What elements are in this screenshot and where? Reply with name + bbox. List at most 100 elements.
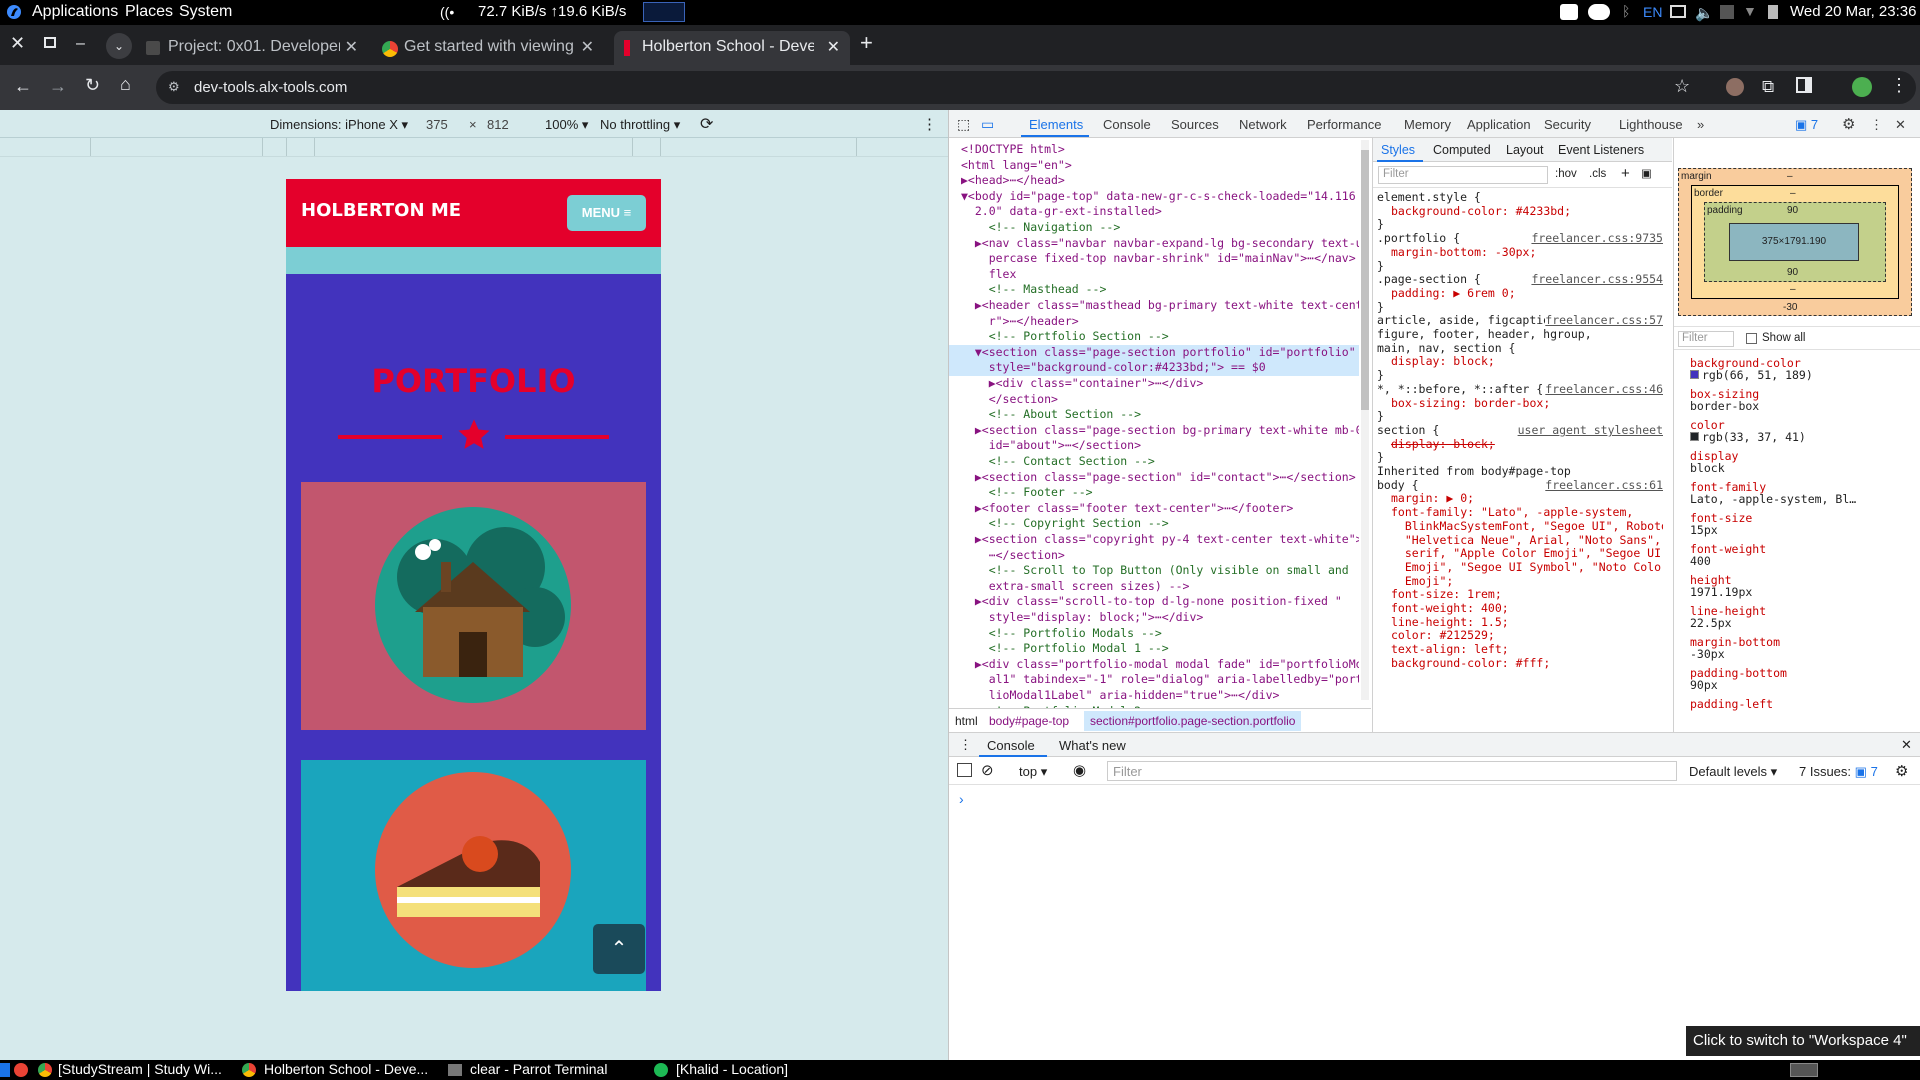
style-source-link[interactable]: user agent stylesheet [1517, 422, 1663, 437]
taskbar-item-terminal[interactable]: clear - Parrot Terminal [470, 1061, 607, 1077]
dom-node-line[interactable]: <!-- Portfolio Modal 1 --> [949, 641, 1359, 657]
dom-node-line[interactable]: style="display: block;">⋯</div> [949, 610, 1359, 626]
more-menu-icon[interactable]: ⋮ [1890, 75, 1908, 96]
padding-bottom-value[interactable]: 90 [1787, 267, 1798, 278]
dom-node-line[interactable]: <!DOCTYPE html> [949, 142, 1359, 158]
style-selector[interactable]: } [1377, 409, 1663, 423]
hov-toggle[interactable]: :hov [1555, 168, 1577, 180]
tray-icon[interactable] [1720, 5, 1734, 19]
device-more-icon[interactable]: ⋮ [922, 115, 937, 133]
computed-toggle-icon[interactable]: ▣ [1641, 166, 1652, 180]
style-declaration[interactable]: background-color: #fff; [1377, 656, 1663, 670]
tab-console[interactable]: Console [1103, 117, 1151, 132]
style-declaration[interactable]: padding: ▶ 6rem 0; [1377, 286, 1663, 300]
style-declaration[interactable]: Emoji"; [1377, 574, 1663, 588]
tab-get-started[interactable]: Get started with viewing ✕ [376, 31, 604, 65]
elements-scrollbar[interactable] [1361, 140, 1369, 700]
dom-node-line[interactable]: ▶<nav class="navbar navbar-expand-lg bg-… [949, 236, 1359, 252]
drawer-menu-icon[interactable]: ⋮ [959, 737, 972, 753]
dom-node-line[interactable]: extra-small screen sizes) --> [949, 579, 1359, 595]
menu-system[interactable]: System [179, 3, 232, 21]
forward-icon[interactable]: → [49, 76, 67, 97]
parrot-logo-icon[interactable] [6, 3, 22, 21]
clear-console-icon[interactable]: ⊘ [981, 761, 994, 779]
taskbar-item-location[interactable]: [Khalid - Location] [676, 1061, 788, 1077]
dom-node-line[interactable]: ▼<section class="page-section portfolio"… [949, 344, 1359, 361]
site-info-icon[interactable]: ⚙ [168, 79, 180, 95]
dom-node-line[interactable]: id="about">⋯</section> [949, 438, 1359, 454]
dom-node-line[interactable]: <html lang="en"> [949, 158, 1359, 174]
tab-layout[interactable]: Layout [1506, 143, 1544, 157]
styles-filter-input[interactable]: Filter [1378, 166, 1548, 184]
issues-badge[interactable]: ▣ 7 [1795, 117, 1818, 133]
style-declaration[interactable]: color: #212529; [1377, 628, 1663, 642]
style-declaration[interactable]: font-family: "Lato", -apple-system, [1377, 505, 1663, 519]
clock[interactable]: Wed 20 Mar, 23:36 [1790, 3, 1916, 20]
bookmark-star-icon[interactable]: ☆ [1674, 76, 1690, 97]
show-all-checkbox[interactable] [1746, 333, 1757, 344]
dom-node-line[interactable]: <!-- Navigation --> [949, 220, 1359, 236]
menu-places[interactable]: Places [125, 3, 173, 21]
live-expression-eye-icon[interactable]: ◉ [1073, 761, 1086, 779]
dom-node-line[interactable]: ▶<header class="masthead bg-primary text… [949, 298, 1359, 314]
taskbar-item-studystream[interactable]: [StudyStream | Study Wi... [58, 1061, 222, 1077]
dom-node-line[interactable]: ⋯</section> [949, 548, 1359, 564]
dom-node-line[interactable]: <!-- Footer --> [949, 485, 1359, 501]
crumb-html[interactable]: html [955, 714, 978, 728]
taskbar-item-holberton[interactable]: Holberton School - Deve... [264, 1061, 428, 1077]
dom-node-line[interactable]: 2.0" data-gr-ext-installed> [949, 204, 1359, 220]
box-model-content[interactable]: 375×1791.190 [1729, 223, 1859, 261]
dom-node-line[interactable]: ▶<section class="page-section bg-primary… [949, 423, 1359, 439]
scroll-to-top-button[interactable]: ⌃ [593, 924, 645, 974]
extensions-puzzle-icon[interactable]: ⧉ [1762, 77, 1774, 97]
color-swatch[interactable] [1690, 370, 1699, 379]
style-selector[interactable]: } [1377, 217, 1663, 231]
style-declaration[interactable]: margin: ▶ 0; [1377, 491, 1663, 505]
style-source-link[interactable]: freelancer.css:57 [1545, 313, 1663, 328]
crumb-section[interactable]: section#portfolio.page-section.portfolio [1084, 711, 1302, 731]
tab-performance[interactable]: Performance [1307, 117, 1381, 132]
style-declaration[interactable]: line-height: 1.5; [1377, 615, 1663, 629]
tab-computed[interactable]: Computed [1433, 143, 1491, 157]
style-selector[interactable]: figure, footer, header, hgroup, [1377, 327, 1663, 341]
close-window-icon[interactable]: ✕ [10, 33, 25, 54]
tab-memory[interactable]: Memory [1404, 117, 1451, 132]
style-selector[interactable]: section {user agent stylesheet [1377, 422, 1663, 437]
device-toggle-icon[interactable]: ▭ [981, 116, 994, 133]
tab-holberton-active[interactable]: Holberton School - Deve ✕ [614, 31, 850, 65]
crumb-body[interactable]: body#page-top [989, 714, 1069, 728]
style-declaration[interactable]: font-weight: 400; [1377, 601, 1663, 615]
dom-node-line[interactable]: ▼<body id="page-top" data-new-gr-c-s-che… [949, 189, 1359, 205]
style-selector[interactable]: *, *::before, *::after {freelancer.css:4… [1377, 381, 1663, 396]
dom-node-line[interactable]: ▶<head>⋯</head> [949, 173, 1359, 189]
style-declaration[interactable]: serif, "Apple Color Emoji", "Segoe UI [1377, 546, 1663, 560]
dom-node-line[interactable]: ▶<footer class="footer text-center">⋯</f… [949, 501, 1359, 517]
dom-node-line[interactable]: <!-- Scroll to Top Button (Only visible … [949, 563, 1359, 579]
close-drawer-icon[interactable]: ✕ [1901, 737, 1912, 753]
dom-node-line[interactable]: r">⋯</header> [949, 314, 1359, 330]
more-tabs-icon[interactable]: » [1697, 117, 1704, 132]
style-selector[interactable]: Inherited from body#page-top [1377, 464, 1663, 478]
restore-window-icon[interactable] [44, 37, 56, 48]
new-tab-icon[interactable]: + [860, 30, 873, 56]
style-declaration[interactable]: box-sizing: border-box; [1377, 396, 1663, 410]
dom-node-line[interactable]: <!-- Copyright Section --> [949, 516, 1359, 532]
reload-icon[interactable]: ↻ [85, 75, 100, 96]
volume-icon[interactable]: 🔈 [1695, 4, 1714, 22]
console-filter-input[interactable]: Filter [1107, 761, 1677, 781]
style-declaration[interactable]: display: block; [1377, 437, 1663, 451]
tab-project[interactable]: Project: 0x01. Developer ✕ [140, 31, 368, 65]
home-icon[interactable]: ⌂ [120, 74, 131, 95]
brand-logo[interactable]: HOLBERTON ME [301, 200, 461, 221]
tab-event-listeners[interactable]: Event Listeners [1558, 143, 1644, 157]
bluetooth-icon[interactable]: ᛒ [1622, 3, 1630, 19]
discord-icon[interactable] [1588, 4, 1610, 20]
style-selector[interactable]: } [1377, 300, 1663, 314]
lang-indicator[interactable]: EN [1643, 4, 1662, 20]
display-icon[interactable] [1670, 5, 1686, 18]
tab-close-icon[interactable]: ✕ [827, 37, 840, 57]
dom-node-line[interactable]: <!-- Portfolio Modals --> [949, 626, 1359, 642]
inspect-element-icon[interactable]: ⬚ [957, 116, 970, 133]
style-declaration[interactable]: Emoji", "Segoe UI Symbol", "Noto Color [1377, 560, 1663, 574]
close-devtools-icon[interactable]: ✕ [1895, 117, 1906, 133]
